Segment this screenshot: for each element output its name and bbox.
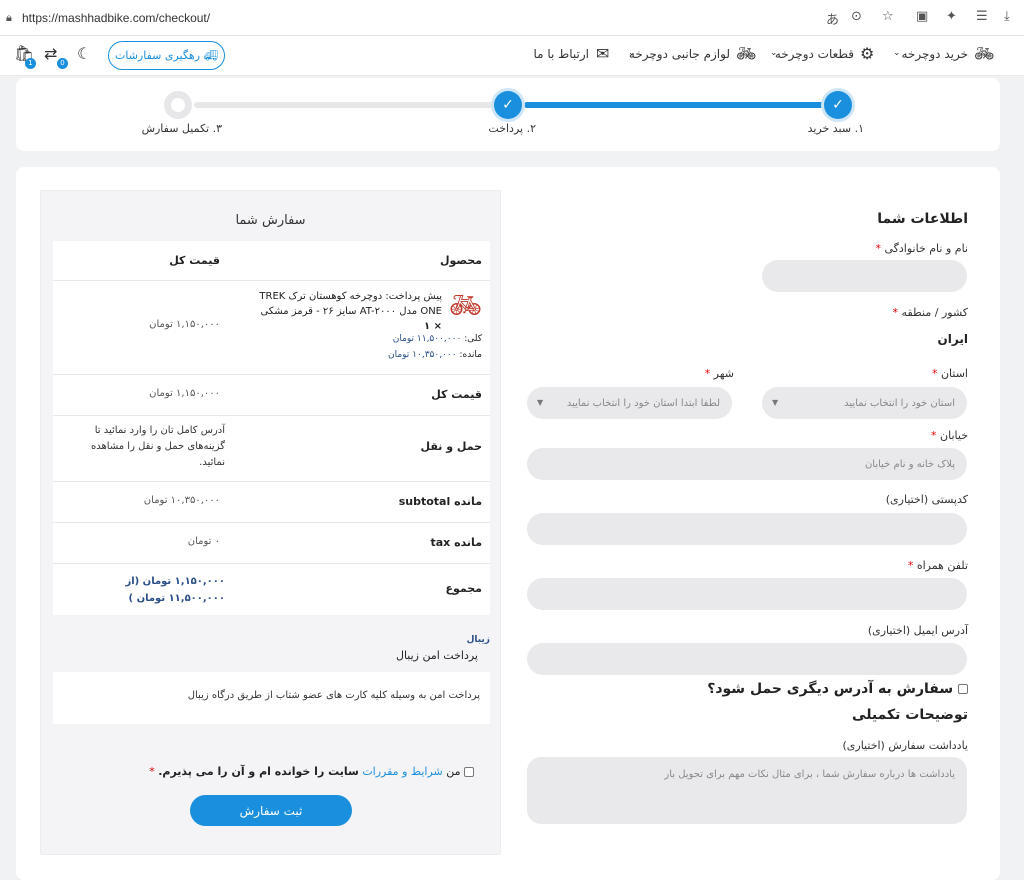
step-complete-label: ۳. تکمیل سفارش xyxy=(141,122,222,135)
col-product-header: محصول xyxy=(439,254,482,267)
product-row: 🚲︎ پیش پرداخت: دوچرخه کوهستان ترک TREK O… xyxy=(53,281,490,375)
step-complete-circle-icon xyxy=(164,91,192,119)
remain-subtotal-label: مانده subtotal xyxy=(398,495,482,508)
compare-icon[interactable]: ⇄ xyxy=(44,44,57,63)
billing-title: اطلاعات شما xyxy=(877,211,968,227)
nav-accessories[interactable]: لوازم جانبی دوچرخه xyxy=(629,47,730,61)
remain-subtotal-row: مانده subtotal ۱۰,۳۵۰,۰۰۰ تومان xyxy=(53,482,490,523)
shipping-row: حمل و نقل آدرس کامل تان را وارد نمائید ت… xyxy=(53,416,490,482)
extra-info-title: توضیحات تکمیلی xyxy=(852,707,968,723)
dropdown-arrow-icon: ▼ xyxy=(772,398,779,407)
order-table: محصول قیمت کل 🚲︎ پیش پرداخت: دوچرخه کوهس… xyxy=(53,241,490,615)
terms-link[interactable]: شرایط و مقررات xyxy=(362,765,442,778)
dropdown-arrow-icon: ▼ xyxy=(537,398,544,407)
more-icon[interactable]: ⊙ xyxy=(851,9,862,24)
checkout-main: اطلاعات شما نام و نام خانوادگی * کشور / … xyxy=(16,167,1000,880)
checkout-progress: ✓ ✓ ۱. سبد خرید ۲. پرداخت ۳. تکمیل سفارش xyxy=(16,78,1000,151)
ship-other-checkbox[interactable] xyxy=(958,684,968,694)
grand-total-value: ۱,۱۵۰,۰۰۰ تومان (از ۱۱,۵۰۰,۰۰۰ تومان ) xyxy=(125,576,225,604)
bike-accessory-icon: 🚲︎ xyxy=(736,44,757,63)
step-cart-label[interactable]: ۱. سبد خرید xyxy=(808,122,864,135)
payment-method: زیبال پرداخت امن زیبال پرداخت امن به وسی… xyxy=(53,635,490,724)
favorite-star-icon[interactable]: ☆ xyxy=(882,9,894,24)
shipping-label: حمل و نقل xyxy=(420,440,482,453)
subtotal-label: قیمت کل xyxy=(431,388,482,401)
remain-subtotal-value: ۱۰,۳۵۰,۰۰۰ تومان xyxy=(143,495,220,506)
remain-tax-label: مانده tax xyxy=(430,536,482,549)
lock-icon[interactable]: 🔒︎ xyxy=(6,11,12,25)
track-orders-button[interactable]: 🚚︎ رهگیری سفارشات xyxy=(108,41,225,70)
terms-agreement[interactable]: من شرایط و مقررات سایت را خوانده ام و آن… xyxy=(149,765,474,778)
zibal-logo: زیبال xyxy=(466,635,490,645)
city-select[interactable]: لطفا ابتدا استان خود را انتخاب نمایید ▼ xyxy=(527,387,732,419)
email-label: آدرس ایمیل (اختیاری) xyxy=(867,624,968,637)
compare-count-badge: 0 xyxy=(57,58,68,69)
mail-icon: ✉ xyxy=(596,44,610,63)
chevron-down-icon[interactable]: ⌄ xyxy=(893,48,901,58)
grand-total-label: مجموع xyxy=(445,582,482,595)
street-label: خیابان * xyxy=(931,429,968,442)
product-total-line: کلی: ۱۱,۵۰۰,۰۰۰ تومان xyxy=(392,334,482,344)
payment-description: پرداخت امن به وسیله کلیه کارت های عضو شت… xyxy=(53,672,490,724)
payment-name[interactable]: پرداخت امن زیبال xyxy=(396,649,478,662)
postcode-label: کدپستی (اختیاری) xyxy=(885,493,968,506)
collections-icon[interactable]: ☰ xyxy=(976,9,988,24)
phone-input[interactable] xyxy=(527,578,967,610)
bike-product-icon: 🚲︎ xyxy=(448,291,482,321)
extension-icon[interactable]: ▣ xyxy=(916,9,928,24)
country-label: کشور / منطقه * xyxy=(892,306,968,319)
puzzle-icon[interactable]: ✦ xyxy=(946,9,957,24)
truck-icon: 🚚︎ xyxy=(204,49,219,62)
step-payment-check-icon: ✓ xyxy=(494,91,522,119)
notes-label: یادداشت سفارش (اختیاری) xyxy=(842,739,968,752)
download-icon[interactable]: ⤓ xyxy=(1004,9,1010,24)
notes-textarea[interactable]: یادداشت ها درباره سفارش شما ، برای مثال … xyxy=(527,757,967,824)
product-remain-line: مانده: ۱۰,۳۵۰,۰۰۰ تومان xyxy=(387,350,482,360)
product-name: پیش پرداخت: دوچرخه کوهستان ترک TREK ONE … xyxy=(259,291,442,332)
nav-parts[interactable]: قطعات دوچرخه xyxy=(775,47,854,61)
step-payment-label[interactable]: ۲. پرداخت xyxy=(488,122,536,135)
country-value: ایران xyxy=(937,332,968,346)
product-price: ۱,۱۵۰,۰۰۰ تومان xyxy=(149,319,220,330)
dark-mode-moon-icon[interactable]: ☾ xyxy=(77,44,91,63)
col-total-header: قیمت کل xyxy=(169,254,220,267)
subtotal-value: ۱,۱۵۰,۰۰۰ تومان xyxy=(149,388,220,399)
cart-count-badge: 1 xyxy=(25,58,36,69)
state-label: استان * xyxy=(931,367,968,380)
order-summary: سفارش شما محصول قیمت کل 🚲︎ پیش پرداخت: د… xyxy=(40,190,501,855)
name-input[interactable] xyxy=(762,260,967,292)
remain-tax-value: ۰ تومان xyxy=(187,536,220,547)
grand-total-row: مجموع ۱,۱۵۰,۰۰۰ تومان (از ۱۱,۵۰۰,۰۰۰ توم… xyxy=(53,564,490,615)
table-header-row: محصول قیمت کل xyxy=(53,241,490,281)
place-order-button[interactable]: ثبت سفارش xyxy=(190,795,352,826)
step-cart-check-icon: ✓ xyxy=(824,91,852,119)
chevron-down-icon[interactable]: ⌄ xyxy=(770,48,778,58)
terms-checkbox[interactable] xyxy=(464,767,474,777)
order-title: سفارش شما xyxy=(235,213,306,228)
street-input[interactable]: پلاک خانه و نام خیابان xyxy=(527,448,967,480)
shipping-value: آدرس کامل تان را وارد نمائید تا گزینه‌ها… xyxy=(91,425,225,468)
nav-buy-bike[interactable]: خرید دوچرخه xyxy=(901,47,968,61)
ship-other-address[interactable]: سفارش به آدرس دیگری حمل شود؟ xyxy=(707,681,968,697)
address-bar[interactable]: https://mashhadbike.com/checkout/ xyxy=(22,11,210,25)
chevron-down-icon[interactable]: ⌄ xyxy=(628,48,636,58)
phone-label: تلفن همراه * xyxy=(907,559,968,572)
translate-icon[interactable]: あ xyxy=(826,9,839,28)
state-select[interactable]: استان خود را انتخاب نمایید ▼ xyxy=(762,387,967,419)
postcode-input[interactable] xyxy=(527,513,967,545)
email-input[interactable] xyxy=(527,643,967,675)
bike-icon: 🚲︎ xyxy=(974,44,995,63)
browser-toolbar: 🔒︎ https://mashhadbike.com/checkout/ あ ⊙… xyxy=(0,0,1024,36)
nav-contact[interactable]: ارتباط با ما xyxy=(533,47,589,61)
subtotal-row: قیمت کل ۱,۱۵۰,۰۰۰ تومان xyxy=(53,375,490,416)
city-label: شهر * xyxy=(704,367,734,380)
progress-fill xyxy=(524,102,854,108)
gear-parts-icon: ⚙ xyxy=(860,44,875,63)
name-label: نام و نام خانوادگی * xyxy=(875,242,968,255)
remain-tax-row: مانده tax ۰ تومان xyxy=(53,523,490,564)
site-header: 🛍︎ 1 ⇄ 0 ☾ 🚚︎ رهگیری سفارشات 🚲︎ خرید دوچ… xyxy=(0,36,1024,76)
